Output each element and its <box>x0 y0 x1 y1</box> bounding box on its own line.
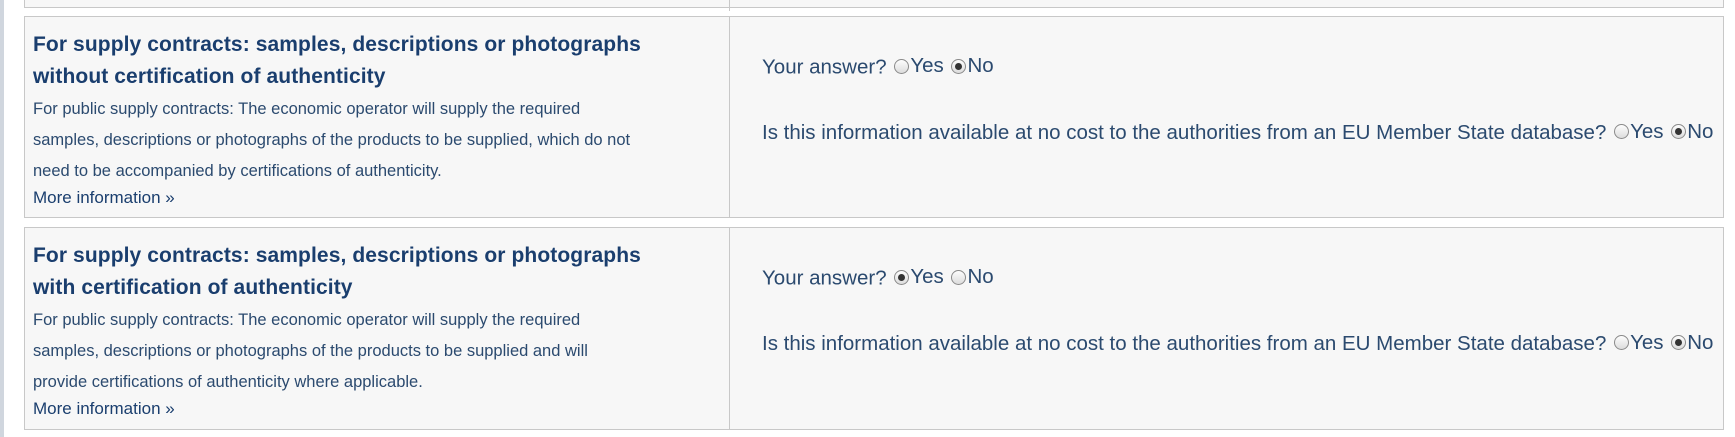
answer-yes-radio[interactable] <box>894 269 910 285</box>
criterion-previous-partial <box>24 0 1724 11</box>
criterion-description-line: For public supply contracts: The economi… <box>33 100 581 118</box>
database-yes-radio[interactable] <box>1614 124 1630 139</box>
criterion-previous-left <box>25 0 730 11</box>
criterion-description-line: need to be accompanied by certifications… <box>33 162 442 180</box>
database-question-label: Is this information available at no cost… <box>762 332 1607 355</box>
database-yes-label: Yes <box>1630 331 1664 354</box>
answer-yes-label: Yes <box>910 54 944 77</box>
database-yes-radio[interactable] <box>1614 335 1630 350</box>
criterion-description-line: For public supply contracts: The economi… <box>33 311 581 329</box>
criterion-title-line: For supply contracts: samples, descripti… <box>33 33 641 56</box>
criterion-description: For public supply contracts: The economi… <box>33 94 709 187</box>
answer-no-label: No <box>967 54 994 77</box>
database-question-label: Is this information available at no cost… <box>762 121 1607 144</box>
database-yes-option[interactable]: Yes <box>1612 327 1664 358</box>
criterion-previous-right <box>730 0 1723 7</box>
answer-no-option[interactable]: No <box>949 51 994 81</box>
database-availability-question: Is this information available at no cost… <box>762 116 1722 148</box>
database-no-label: No <box>1687 331 1714 354</box>
answer-no-radio[interactable] <box>951 269 967 285</box>
more-information-link[interactable]: More information » <box>33 398 175 420</box>
your-answer-label: Your answer? <box>762 55 887 79</box>
criterion-description-line: provide certifications of authenticity w… <box>33 373 423 391</box>
answer-yes-label: Yes <box>910 265 944 288</box>
criterion-samples-with-certification: For supply contracts: samples, descripti… <box>24 227 1724 430</box>
criterion-answers: Your answer? Yes No Is this information … <box>730 228 1723 429</box>
criterion-description-line: samples, descriptions or photographs of … <box>33 131 631 149</box>
criterion-title-line: with certification of authenticity <box>33 276 353 299</box>
your-answer-question: Your answer? Yes No <box>762 51 994 83</box>
database-yes-option[interactable]: Yes <box>1612 116 1664 147</box>
answer-yes-radio[interactable] <box>894 58 910 74</box>
criterion-title: For supply contracts: samples, descripti… <box>33 240 709 304</box>
database-no-radio[interactable] <box>1671 335 1687 350</box>
criterion-title: For supply contracts: samples, descripti… <box>33 29 709 93</box>
answer-no-option[interactable]: No <box>949 262 994 292</box>
page-left-rule <box>0 0 4 437</box>
criterion-title-line: without certification of authenticity <box>33 65 386 88</box>
your-answer-label: Your answer? <box>762 266 887 290</box>
database-availability-question: Is this information available at no cost… <box>762 327 1722 359</box>
database-no-option[interactable]: No <box>1669 116 1713 147</box>
more-information-link[interactable]: More information » <box>33 187 175 209</box>
criterion-info: For supply contracts: samples, descripti… <box>25 228 730 429</box>
your-answer-question: Your answer? Yes No <box>762 262 994 294</box>
database-no-option[interactable]: No <box>1669 327 1713 358</box>
criterion-title-line: For supply contracts: samples, descripti… <box>33 244 641 267</box>
database-no-label: No <box>1687 120 1714 143</box>
answer-yes-option[interactable]: Yes <box>892 51 944 81</box>
database-no-radio[interactable] <box>1671 124 1687 139</box>
criterion-description: For public supply contracts: The economi… <box>33 305 709 398</box>
answer-no-radio[interactable] <box>951 58 967 74</box>
criterion-samples-without-certification: For supply contracts: samples, descripti… <box>24 16 1724 218</box>
answer-no-label: No <box>967 265 994 288</box>
database-yes-label: Yes <box>1630 120 1664 143</box>
criterion-info: For supply contracts: samples, descripti… <box>25 17 730 217</box>
criterion-answers: Your answer? Yes No Is this information … <box>730 17 1723 217</box>
answer-yes-option[interactable]: Yes <box>892 262 944 292</box>
criterion-description-line: samples, descriptions or photographs of … <box>33 342 588 360</box>
